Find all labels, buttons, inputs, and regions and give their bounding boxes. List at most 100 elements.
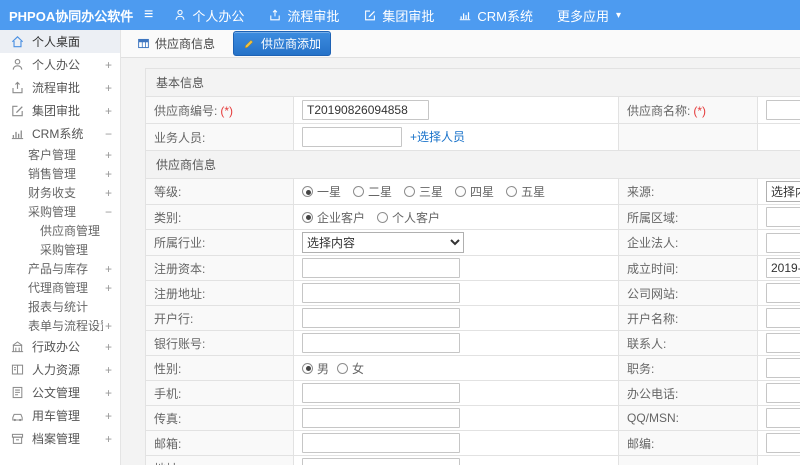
topmenu-crm-system[interactable]: CRM系统 — [458, 6, 533, 25]
qq-msn-label: QQ/MSN: — [627, 411, 680, 425]
sidebar-item-crm-system[interactable]: CRM系统 − — [0, 122, 120, 145]
region-input[interactable] — [766, 207, 800, 227]
sidebar-item-admin-office[interactable]: 行政办公 + — [0, 335, 120, 358]
sidebar-item-document-mgmt[interactable]: 公文管理 + — [0, 381, 120, 404]
legal-person-input[interactable] — [766, 232, 800, 253]
registered-address-input[interactable] — [302, 283, 460, 303]
sidebar-item-sales-mgmt[interactable]: 销售管理 + — [0, 164, 120, 183]
expand-toggle[interactable]: + — [105, 262, 112, 276]
sidebar-item-finance[interactable]: 财务收支 + — [0, 183, 120, 202]
supplier-code-input[interactable] — [302, 100, 429, 120]
person-icon — [173, 8, 187, 22]
expand-toggle[interactable]: + — [105, 281, 112, 295]
radio-icon — [302, 211, 313, 223]
expand-toggle[interactable]: + — [105, 409, 112, 423]
contact-label: 联系人: — [627, 336, 667, 351]
topmenu-more-apps[interactable]: 更多应用 ▾ — [557, 6, 621, 25]
expand-toggle[interactable]: + — [105, 363, 112, 377]
person-icon — [10, 57, 25, 72]
collapse-toggle[interactable]: − — [105, 127, 112, 141]
chart-icon — [458, 8, 472, 22]
topmenu-personal-office[interactable]: 个人办公 — [173, 6, 244, 25]
tab-supplier-info[interactable]: 供应商信息 — [133, 32, 219, 55]
bank-input[interactable] — [302, 308, 460, 328]
caret-down-icon: ▾ — [616, 9, 622, 21]
expand-toggle[interactable]: + — [105, 58, 112, 72]
gender-radio-male[interactable]: 男 — [302, 360, 329, 377]
level-radio-1[interactable]: 一星 — [302, 183, 341, 200]
gender-radio-female[interactable]: 女 — [337, 360, 364, 377]
sidebar-item-vehicle-mgmt[interactable]: 用车管理 + — [0, 404, 120, 427]
radio-icon — [337, 362, 349, 374]
position-input[interactable] — [766, 358, 800, 378]
category-radio-company[interactable]: 企业客户 — [302, 209, 365, 226]
industry-select[interactable]: 选择内容 — [302, 232, 464, 253]
sidebar-item-purchase-mgmt[interactable]: 采购管理 − — [0, 202, 120, 221]
select-staff-link[interactable]: +选择人员 — [410, 130, 465, 144]
region-label: 所属区域: — [627, 210, 679, 225]
hamburger-menu-icon[interactable]: ≡ — [144, 7, 153, 23]
building-icon — [10, 339, 25, 354]
expand-toggle[interactable]: + — [105, 104, 112, 118]
table-icon — [137, 37, 151, 51]
email-input[interactable] — [302, 433, 460, 453]
mobile-input[interactable] — [302, 383, 460, 403]
industry-label: 所属行业: — [154, 236, 206, 250]
sidebar-item-hr[interactable]: 人力资源 + — [0, 358, 120, 381]
brand-logo: PHPOA协同办公软件 — [9, 8, 134, 24]
expand-toggle[interactable]: + — [105, 319, 112, 333]
sidebar-item-purchasing[interactable]: 采购管理 — [0, 240, 120, 259]
level-radio-4[interactable]: 四星 — [455, 183, 494, 200]
fax-input[interactable] — [302, 408, 460, 428]
sidebar-item-supplier-mgmt[interactable]: 供应商管理 — [0, 221, 120, 240]
sidebar-item-personal-office[interactable]: 个人办公 + — [0, 53, 120, 76]
source-label: 来源: — [627, 185, 655, 199]
expand-toggle[interactable]: + — [105, 81, 112, 95]
website-input[interactable] — [766, 283, 800, 303]
level-radio-2[interactable]: 二星 — [353, 183, 392, 200]
contact-input[interactable] — [766, 333, 800, 353]
topmenu-workflow-approval[interactable]: 流程审批 — [268, 6, 339, 25]
sidebar-item-form-flow-settings[interactable]: 表单与流程设置 + — [0, 316, 120, 335]
expand-toggle[interactable]: + — [105, 167, 112, 181]
pencil-icon — [243, 37, 257, 51]
sidebar-item-agent-mgmt[interactable]: 代理商管理 + — [0, 278, 120, 297]
supplier-name-input[interactable] — [766, 100, 800, 120]
expand-toggle[interactable]: + — [105, 186, 112, 200]
office-phone-input[interactable] — [766, 383, 800, 403]
registered-capital-input[interactable] — [302, 258, 460, 278]
level-label: 等级: — [154, 185, 182, 199]
topbar: PHPOA协同办公软件 ≡ 个人办公 流程审批 集团审批 CRM系统 更多应用 … — [0, 0, 800, 30]
fax-label: 传真: — [154, 411, 182, 426]
sidebar-item-archive-mgmt[interactable]: 档案管理 + — [0, 427, 120, 450]
collapse-toggle[interactable]: − — [105, 205, 112, 219]
level-radio-5[interactable]: 五星 — [506, 183, 545, 200]
topmenu-group-approval[interactable]: 集团审批 — [363, 6, 434, 25]
zip-input[interactable] — [766, 433, 800, 453]
sidebar-item-workflow-approval[interactable]: 流程审批 + — [0, 76, 120, 99]
account-name-label: 开户名称: — [627, 311, 679, 326]
legal-person-label: 企业法人: — [627, 236, 679, 250]
expand-toggle[interactable]: + — [105, 386, 112, 400]
sidebar-item-group-approval[interactable]: 集团审批 + — [0, 99, 120, 122]
sidebar-item-customer-mgmt[interactable]: 客户管理 + — [0, 145, 120, 164]
address-input[interactable] — [302, 458, 460, 465]
expand-toggle[interactable]: + — [105, 148, 112, 162]
sidebar-item-personal-desktop[interactable]: 个人桌面 — [0, 30, 120, 53]
staff-input[interactable] — [302, 127, 402, 147]
expand-toggle[interactable]: + — [105, 432, 112, 446]
sidebar-item-product-inventory[interactable]: 产品与库存 + — [0, 259, 120, 278]
source-select[interactable]: 选择内容 — [766, 181, 800, 202]
tab-supplier-add[interactable]: 供应商添加 — [233, 31, 332, 56]
account-name-input[interactable] — [766, 308, 800, 328]
sidebar-item-reports-stats[interactable]: 报表与统计 — [0, 297, 120, 316]
expand-toggle[interactable]: + — [105, 340, 112, 354]
level-radio-3[interactable]: 三星 — [404, 183, 443, 200]
supplier-form: 基本信息 供应商编号:(*) 供应商名称:(*) 业务人员: +选择人员 供应商… — [144, 68, 800, 465]
category-radio-personal[interactable]: 个人客户 — [377, 209, 440, 226]
bank-account-input[interactable] — [302, 333, 460, 353]
tab-strip: 供应商信息 供应商添加 — [121, 30, 800, 58]
category-label: 类别: — [154, 210, 182, 225]
qq-msn-input[interactable] — [766, 408, 800, 428]
established-date-input[interactable] — [766, 258, 800, 278]
